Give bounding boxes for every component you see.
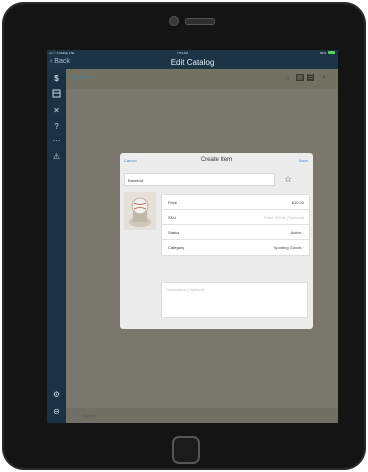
category-label[interactable]: Crossover [70,75,93,81]
add-icon[interactable]: + [72,411,76,418]
star-icon[interactable]: ☆ [284,74,290,82]
price-row[interactable]: Price $10.00 [162,195,309,210]
more-icon[interactable]: ··· [51,135,62,146]
price-label: Price [168,200,178,205]
dollar-icon[interactable]: $ [51,73,62,84]
tools-icon[interactable]: ✕ [51,105,62,116]
carrier-label: •••○○ T-Mobile LTE [49,51,75,55]
favorite-star-icon[interactable]: ☆ [284,173,292,186]
status-label: Status [168,230,180,235]
category-label: Category [168,245,185,250]
sku-row[interactable]: SKU Enter SKU# (Optional) [162,210,309,225]
page-title: Edit Catalog [170,58,215,67]
status-row[interactable]: Status Active › [162,225,309,240]
item-image[interactable] [124,192,156,230]
list-view-icon[interactable]: ☰ [307,74,315,81]
search-icon[interactable]: ⌕ [322,74,326,82]
register-icon[interactable] [51,89,62,100]
catalog-toolbar: Crossover ☆ ▦ ☰ ⌕ [66,69,338,89]
item-name-input[interactable]: Baseball [124,173,275,186]
sku-label: SKU [168,215,177,220]
status-value: Active › [290,230,304,235]
chevron-right-icon: › [302,245,304,250]
category-row[interactable]: Category Sporting Goods › [162,240,309,255]
home-button[interactable] [172,436,200,464]
search-bar[interactable]: + Search [66,408,338,423]
search-placeholder: Search [82,413,95,418]
help-icon[interactable]: ? [51,121,62,132]
clock-label: 7:54 AM [177,51,189,55]
battery-icon [328,51,335,54]
chevron-right-icon: › [302,230,304,235]
logout-icon[interactable]: ⊖ [51,406,62,417]
camera-icon [169,16,179,26]
screen: •••○○ T-Mobile LTE 7:54 AM 96% ‹ Back Ed… [47,50,338,423]
category-value: Sporting Goods › [273,245,304,250]
dialog-title: Create Item [200,157,233,163]
sku-placeholder: Enter SKU# (Optional) [264,215,304,220]
battery-label: 96% [319,51,326,55]
save-button[interactable]: Save [299,158,308,163]
settings-icon[interactable]: ⚙ [51,389,62,400]
grid-view-icon[interactable]: ▦ [296,74,304,81]
speaker-grille [185,18,215,25]
description-input[interactable]: Description (Optional) [161,282,308,318]
item-details-list: Price $10.00 SKU Enter SKU# (Optional) S… [161,194,310,256]
navigation-bar: ‹ Back Edit Catalog [47,56,338,69]
create-item-dialog: Cancel Create Item Save Baseball ☆ Price [120,153,313,329]
tablet-frame: •••○○ T-Mobile LTE 7:54 AM 96% ‹ Back Ed… [2,2,366,470]
sidebar: $ ✕ ? ··· ⚠ ⚙ ⊖ [47,69,66,423]
price-value: $10.00 [291,200,304,205]
alert-icon[interactable]: ⚠ [51,151,62,162]
